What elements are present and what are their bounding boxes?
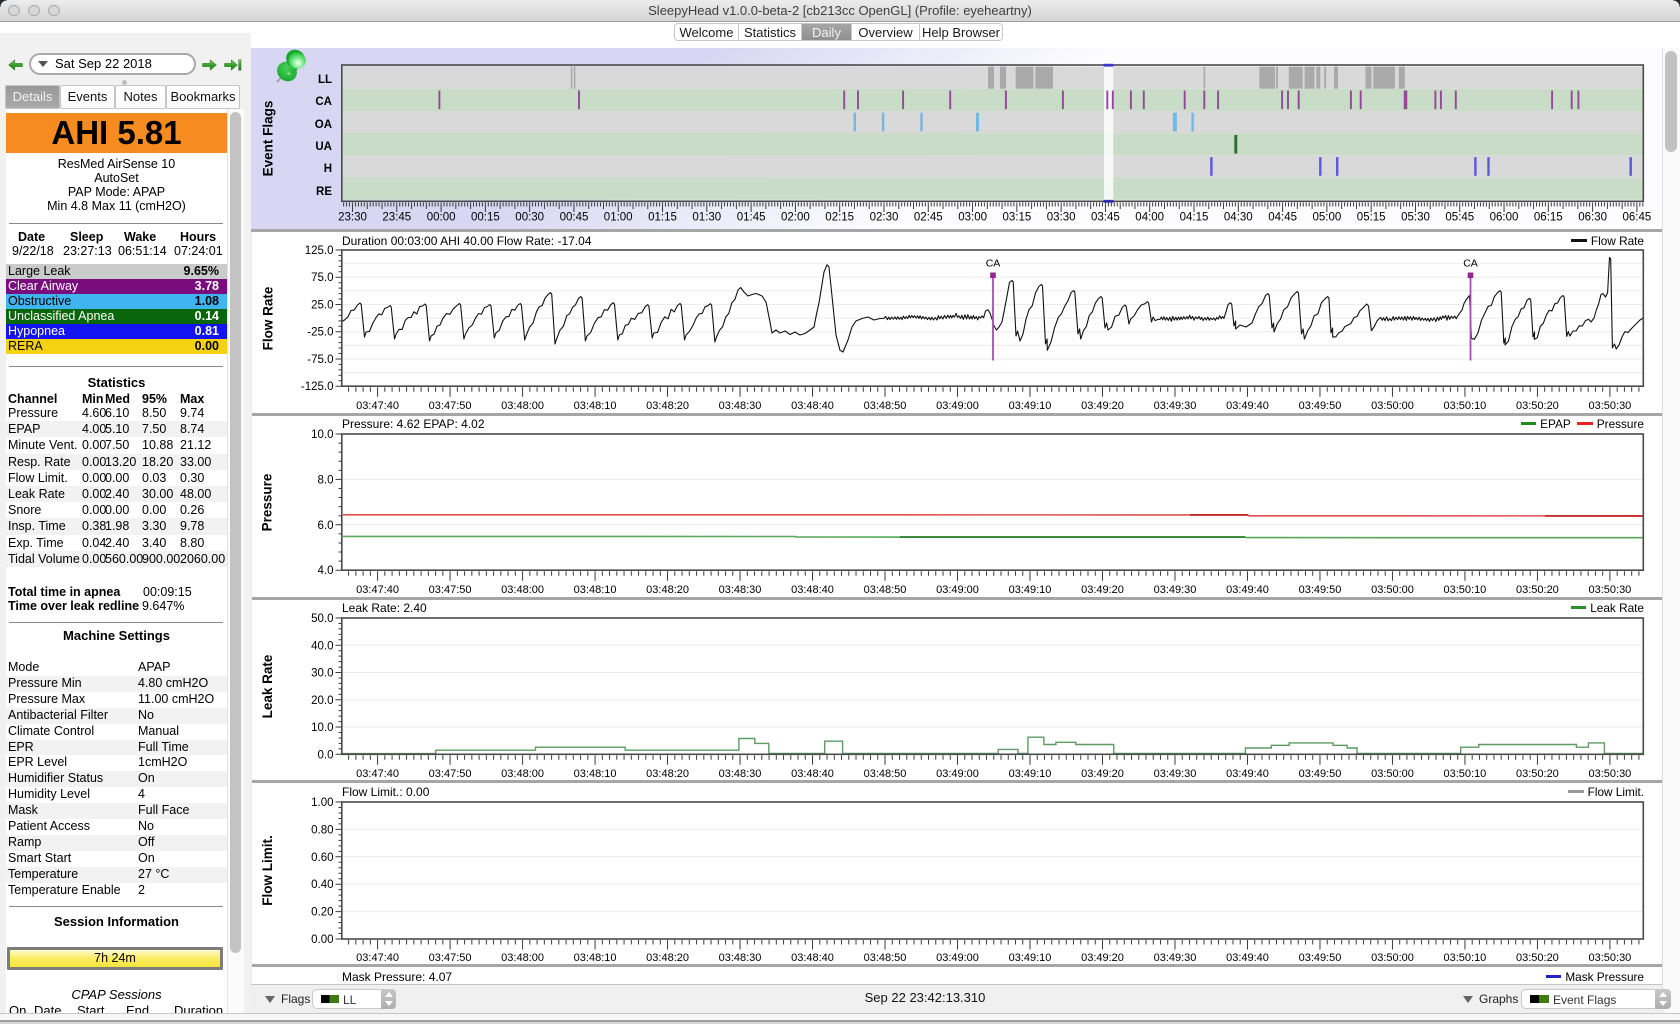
- svg-text:03:48:20: 03:48:20: [646, 952, 689, 964]
- svg-text:03:50:30: 03:50:30: [1588, 952, 1631, 964]
- svg-text:0.00: 0.00: [311, 934, 333, 946]
- svg-text:03:49:00: 03:49:00: [936, 952, 979, 964]
- svg-text:03:47:40: 03:47:40: [356, 952, 399, 964]
- svg-text:03:49:50: 03:49:50: [1299, 952, 1342, 964]
- svg-text:03:50:10: 03:50:10: [1443, 952, 1486, 964]
- svg-text:0.20: 0.20: [311, 907, 333, 919]
- svg-text:03:49:40: 03:49:40: [1226, 952, 1269, 964]
- svg-text:03:50:20: 03:50:20: [1516, 952, 1559, 964]
- svg-text:1.00: 1.00: [311, 797, 333, 809]
- svg-text:03:48:30: 03:48:30: [719, 952, 762, 964]
- svg-text:03:49:30: 03:49:30: [1154, 952, 1197, 964]
- svg-text:03:48:00: 03:48:00: [501, 952, 544, 964]
- svg-text:0.60: 0.60: [311, 852, 333, 864]
- svg-text:03:48:40: 03:48:40: [791, 952, 834, 964]
- svg-text:0.80: 0.80: [311, 824, 333, 836]
- svg-text:03:49:20: 03:49:20: [1081, 952, 1124, 964]
- svg-text:03:49:10: 03:49:10: [1009, 952, 1052, 964]
- svg-text:0.40: 0.40: [311, 879, 333, 891]
- svg-text:03:47:50: 03:47:50: [429, 952, 472, 964]
- svg-text:03:48:50: 03:48:50: [864, 952, 907, 964]
- svg-text:03:50:00: 03:50:00: [1371, 952, 1414, 964]
- svg-text:03:48:10: 03:48:10: [574, 952, 617, 964]
